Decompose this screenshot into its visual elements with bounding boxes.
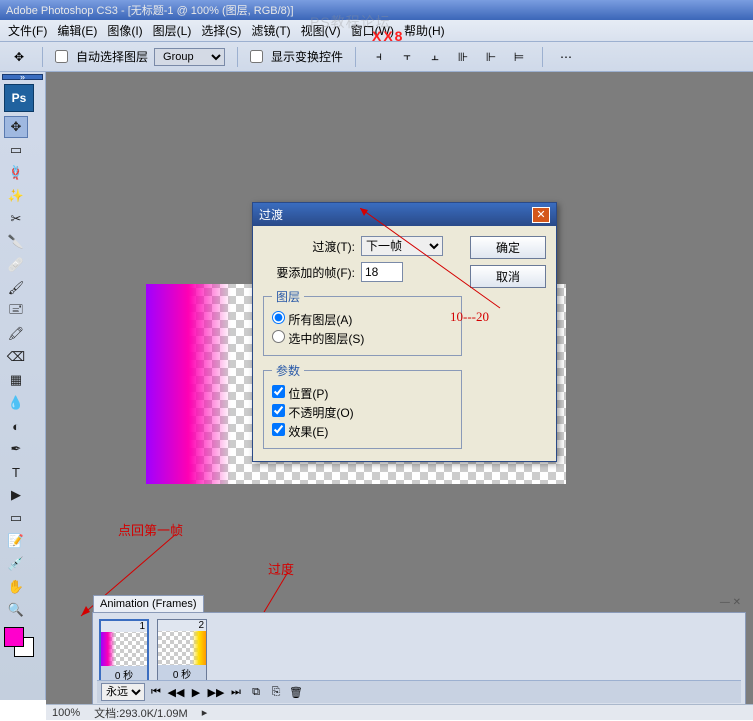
menu-select[interactable]: 选择(S) — [199, 20, 243, 41]
zoom-tool[interactable]: 🔍 — [4, 599, 28, 621]
lasso-tool[interactable]: 🪢 — [4, 162, 28, 184]
frame-number: 2 — [158, 620, 206, 631]
annotation-back-to-first: 点回第一帧 — [118, 520, 183, 539]
last-frame-icon[interactable]: ⏭ — [227, 684, 245, 700]
new-frame-icon[interactable]: ⎘ — [267, 684, 285, 700]
blur-tool[interactable]: 💧 — [4, 392, 28, 414]
wand-tool[interactable]: ✨ — [4, 185, 28, 207]
menu-layer[interactable]: 图层(L) — [151, 20, 194, 41]
hand-tool[interactable]: ✋ — [4, 576, 28, 598]
tween-icon[interactable]: ⧉ — [247, 684, 265, 700]
ok-button[interactable]: 确定 — [470, 236, 546, 259]
stamp-tool[interactable]: 🖃 — [4, 300, 28, 322]
layers-legend: 图层 — [272, 288, 304, 305]
ps-logo-icon: Ps — [4, 84, 34, 112]
layers-fieldset: 图层 所有图层(A) 选中的图层(S) — [263, 288, 462, 356]
params-fieldset: 参数 位置(P) 不透明度(O) 效果(E) — [263, 362, 462, 449]
menu-file[interactable]: 文件(F) — [6, 20, 49, 41]
cancel-button[interactable]: 取消 — [470, 265, 546, 288]
auto-select-checkbox[interactable] — [55, 50, 68, 63]
color-swatches[interactable] — [4, 627, 38, 661]
loop-select[interactable]: 永远 — [101, 683, 145, 701]
heal-tool[interactable]: 🩹 — [4, 254, 28, 276]
menu-help[interactable]: 帮助(H) — [402, 20, 447, 41]
menu-edit[interactable]: 编辑(E) — [55, 20, 99, 41]
align-icon-3[interactable]: ⫠ — [424, 46, 446, 68]
close-icon[interactable]: ✕ — [532, 207, 550, 223]
menu-image[interactable]: 图像(I) — [105, 20, 144, 41]
distribute-icon[interactable]: ⋯ — [555, 46, 577, 68]
toolbox-collapse-icon[interactable]: » — [2, 74, 43, 80]
shape-tool[interactable]: ▭ — [4, 507, 28, 529]
anim-frame-2[interactable]: 2 0 秒 — [157, 619, 207, 685]
notes-tool[interactable]: 📝 — [4, 530, 28, 552]
show-transform-label: 显示变换控件 — [271, 48, 343, 65]
group-select[interactable]: Group — [154, 48, 225, 66]
all-layers-radio[interactable]: 所有图层(A) — [272, 311, 453, 328]
frame-number: 1 — [101, 621, 147, 632]
position-checkbox[interactable]: 位置(P) — [272, 385, 453, 402]
align-icon-1[interactable]: ⫞ — [368, 46, 390, 68]
next-frame-icon[interactable]: ▶▶ — [207, 684, 225, 700]
align-icon-4[interactable]: ⊪ — [452, 46, 474, 68]
effects-checkbox[interactable]: 效果(E) — [272, 423, 453, 440]
slice-tool[interactable]: 🔪 — [4, 231, 28, 253]
move-tool-icon: ✥ — [8, 46, 30, 68]
zoom-level[interactable]: 100% — [52, 707, 80, 719]
doc-info: 文档:293.0K/1.09M — [94, 705, 188, 721]
move-tool[interactable]: ✥ — [4, 116, 28, 138]
play-icon[interactable]: ▶ — [187, 684, 205, 700]
gradient-tool[interactable]: ▦ — [4, 369, 28, 391]
crop-tool[interactable]: ✂ — [4, 208, 28, 230]
transition-label: 过渡(T): — [263, 238, 355, 255]
annotation-tween: 过度 — [268, 559, 294, 578]
dialog-titlebar[interactable]: 过渡 ✕ — [253, 203, 556, 226]
tween-dialog: 过渡 ✕ 过渡(T): 下一帧 要添加的帧(F): 图层 所有图层(A) 选中的… — [252, 202, 557, 462]
align-icon-2[interactable]: ⫟ — [396, 46, 418, 68]
frames-to-add-label: 要添加的帧(F): — [263, 264, 355, 281]
animation-panel: Animation (Frames) — ✕ 1 0 秒 2 0 秒 永远 ⏮ … — [92, 612, 746, 706]
history-brush-tool[interactable]: 🖍 — [4, 323, 28, 345]
eyedropper-tool[interactable]: 💉 — [4, 553, 28, 575]
params-legend: 参数 — [272, 362, 304, 379]
options-bar: ✥ 自动选择图层 Group 显示变换控件 ⫞ ⫟ ⫠ ⊪ ⊩ ⊨ ⋯ — [0, 42, 753, 72]
dodge-tool[interactable]: ◐ — [4, 415, 28, 437]
prev-frame-icon[interactable]: ◀◀ — [167, 684, 185, 700]
frames-to-add-input[interactable] — [361, 262, 403, 282]
watermark-x: XX8 — [372, 28, 404, 44]
animation-controls: 永远 ⏮ ◀◀ ▶ ▶▶ ⏭ ⧉ ⎘ 🗑 — [97, 680, 741, 703]
marquee-tool[interactable]: ▭ — [4, 139, 28, 161]
menu-filter[interactable]: 滤镜(T) — [249, 20, 292, 41]
annotation-range: 10---20 — [450, 309, 489, 325]
selected-layers-radio[interactable]: 选中的图层(S) — [272, 330, 453, 347]
dialog-title: 过渡 — [259, 206, 283, 223]
brush-tool[interactable]: 🖌 — [4, 277, 28, 299]
gradient-layer — [146, 284, 231, 484]
type-tool[interactable]: T — [4, 461, 28, 483]
align-icon-6[interactable]: ⊨ — [508, 46, 530, 68]
anim-frame-1[interactable]: 1 0 秒 — [99, 619, 149, 685]
status-chevron-icon[interactable]: ▸ — [202, 706, 208, 719]
workspace: 过渡 ✕ 过渡(T): 下一帧 要添加的帧(F): 图层 所有图层(A) 选中的… — [46, 72, 753, 720]
pen-tool[interactable]: ✒ — [4, 438, 28, 460]
align-icon-5[interactable]: ⊩ — [480, 46, 502, 68]
transition-select[interactable]: 下一帧 — [361, 236, 443, 256]
fg-color-swatch[interactable] — [4, 627, 24, 647]
show-transform-checkbox[interactable] — [250, 50, 263, 63]
first-frame-icon[interactable]: ⏮ — [147, 684, 165, 700]
opacity-checkbox[interactable]: 不透明度(O) — [272, 404, 453, 421]
path-select-tool[interactable]: ▶ — [4, 484, 28, 506]
panel-close-icon[interactable]: — ✕ — [720, 597, 741, 608]
eraser-tool[interactable]: ⌫ — [4, 346, 28, 368]
animation-panel-tab[interactable]: Animation (Frames) — [93, 595, 204, 612]
status-bar: 100% 文档:293.0K/1.09M ▸ — [46, 704, 753, 720]
auto-select-label: 自动选择图层 — [76, 48, 148, 65]
toolbox: » Ps ✥ ▭ 🪢 ✨ ✂ 🔪 🩹 🖌 🖃 🖍 ⌫ ▦ 💧 ◐ ✒ T ▶ ▭… — [0, 72, 46, 700]
delete-frame-icon[interactable]: 🗑 — [287, 684, 305, 700]
